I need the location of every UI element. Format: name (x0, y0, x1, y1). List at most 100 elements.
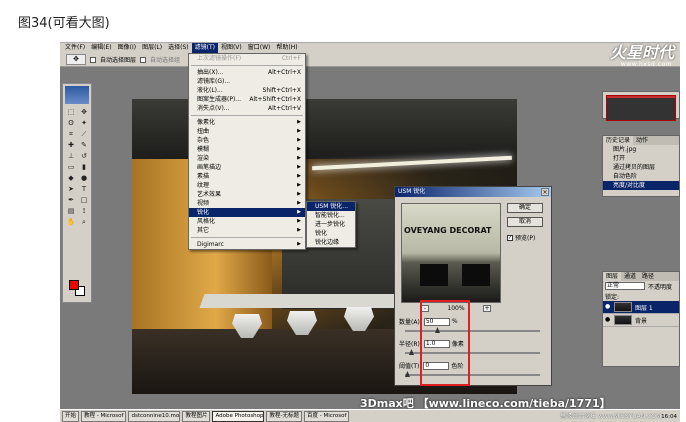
menu-item-extract[interactable]: 抽出(X)... Alt+Ctrl+X (189, 68, 305, 77)
menu-item-sharpen[interactable]: 锐化 ▶ (189, 208, 305, 217)
taskbar-item[interactable]: dstconnine10.mo (128, 411, 181, 422)
history-snapshot[interactable]: 图片.jpg (603, 145, 679, 154)
stamp-tool-icon[interactable]: ⊥ (65, 151, 77, 161)
zoom-tool-icon[interactable]: ⌕ (78, 217, 90, 227)
menu-item-brush-strokes[interactable]: 画笔描边 ▶ (189, 163, 305, 172)
menu-item-noise[interactable]: 杂色 ▶ (189, 136, 305, 145)
tab-channels[interactable]: 通道 (621, 272, 639, 281)
menu-layer[interactable]: 图层(L) (139, 43, 165, 53)
slice-tool-icon[interactable]: ⟋ (78, 129, 90, 139)
menu-item-distort[interactable]: 扭曲 ▶ (189, 127, 305, 136)
pen-tool-icon[interactable]: ✒ (65, 195, 77, 205)
layer-name: 图层 1 (635, 304, 653, 312)
start-button[interactable]: 开始 (62, 411, 80, 422)
layer-row[interactable]: ● 背景 (603, 314, 679, 327)
move-tool-icon[interactable]: ✥ (78, 107, 90, 117)
menu-edit[interactable]: 编辑(E) (88, 43, 114, 53)
threshold-label: 阈值(T): (399, 363, 422, 370)
auto-select-group-checkbox[interactable] (140, 56, 147, 63)
blur-tool-icon[interactable]: ◆ (65, 173, 77, 183)
healing-tool-icon[interactable]: ✚ (65, 140, 77, 150)
menu-item-filter-gallery[interactable]: 滤镜库(G)... (189, 77, 305, 86)
menu-item-other[interactable]: 其它 ▶ (189, 226, 305, 235)
menu-item-digimarc[interactable]: Digimarc ▶ (189, 240, 305, 249)
type-tool-icon[interactable]: T (78, 184, 90, 194)
lock-controls: 锁定: (603, 291, 679, 301)
taskbar-item[interactable]: 教程-无标题 (266, 411, 302, 422)
taskbar-item[interactable]: 教程图片 (182, 411, 211, 422)
history-item[interactable]: 亮度/对比度 (603, 181, 679, 190)
menu-window[interactable]: 窗口(W) (245, 43, 274, 53)
foreground-color-swatch[interactable] (69, 280, 79, 290)
menu-item-sharpen-edges[interactable]: 锐化边缘 (307, 238, 355, 247)
menu-item-vanishing-point[interactable]: 消失点(V)... Alt+Ctrl+V (189, 104, 305, 113)
cancel-button[interactable]: 取消 (507, 217, 543, 227)
preview-checkbox[interactable]: ✓ (507, 234, 513, 241)
menu-filter[interactable]: 滤镜(T) (191, 43, 218, 53)
menu-item-sketch[interactable]: 素描 ▶ (189, 172, 305, 181)
crop-tool-icon[interactable]: ⌗ (65, 129, 77, 139)
menu-item-blur[interactable]: 模糊 ▶ (189, 145, 305, 154)
menu-item-pixelate[interactable]: 像素化 ▶ (189, 118, 305, 127)
magic-wand-tool-icon[interactable]: ✦ (78, 118, 90, 128)
menu-item-liquify[interactable]: 液化(L)... Shift+Ctrl+X (189, 86, 305, 95)
eye-icon[interactable]: ● (605, 317, 611, 323)
taskbar-item[interactable]: 百度 - Microsof (303, 411, 350, 422)
gradient-tool-icon[interactable]: ▮ (78, 162, 90, 172)
marquee-tool-icon[interactable]: ⬚ (65, 107, 77, 117)
eye-icon[interactable]: ● (605, 304, 611, 310)
eyedropper-tool-icon[interactable]: ⟟ (78, 206, 90, 216)
tab-layers[interactable]: 图层 (603, 272, 622, 281)
menu-view[interactable]: 视图(V) (218, 43, 245, 53)
eraser-tool-icon[interactable]: ▭ (65, 162, 77, 172)
menu-item-stylize[interactable]: 风格化 ▶ (189, 217, 305, 226)
menu-item-smart-sharpen[interactable]: 智能锐化... (307, 211, 355, 220)
menu-item-artistic[interactable]: 艺术效果 ▶ (189, 190, 305, 199)
close-icon[interactable]: × (541, 188, 549, 196)
menu-item-pattern-maker[interactable]: 图案生成器(P)... Alt+Shift+Ctrl+X (189, 95, 305, 104)
history-item[interactable]: 通过拷贝的图层 (603, 163, 679, 172)
menu-item-video[interactable]: 视频 ▶ (189, 199, 305, 208)
preview-toggle[interactable]: ✓ 预览(P) (507, 233, 535, 242)
dialog-preview-image[interactable]: OVEYANG DECORAT (401, 203, 501, 303)
lasso-tool-icon[interactable]: ʘ (65, 118, 77, 128)
move-tool-preset-icon[interactable]: ✥ (66, 54, 86, 65)
tab-actions[interactable]: 动作 (633, 136, 651, 145)
layer-name: 背景 (635, 317, 648, 325)
taskbar-item[interactable]: 教程 - Microsof (81, 411, 127, 422)
tab-history[interactable]: 历史记录 (603, 136, 634, 145)
auto-select-checkbox[interactable] (90, 56, 96, 63)
history-brush-tool-icon[interactable]: ↺ (78, 151, 90, 161)
blend-mode-select[interactable]: 正常 (605, 282, 645, 290)
taskbar-item[interactable]: Adobe Photoshop (212, 411, 265, 422)
menu-file[interactable]: 文件(F) (62, 43, 88, 53)
site-watermark: 思缘设计论坛 www.MISSYUAN.COM (560, 413, 662, 420)
shape-tool-icon[interactable]: □ (78, 195, 90, 205)
notes-tool-icon[interactable]: ▤ (65, 206, 77, 216)
filter-menu: 上次滤镜操作(F) Ctrl+F 抽出(X)... Alt+Ctrl+X 滤镜库(G… (188, 53, 306, 250)
menu-image[interactable]: 图像(I) (115, 43, 139, 53)
menu-item-render[interactable]: 渲染 ▶ (189, 154, 305, 163)
menu-item-sharpen-more[interactable]: 进一步锐化 (307, 220, 355, 229)
hand-tool-icon[interactable]: ✋ (65, 217, 77, 227)
menu-item-unsharp-mask[interactable]: USM 锐化... (307, 202, 355, 211)
menu-item-sharpen-basic[interactable]: 锐化 (307, 229, 355, 238)
tab-paths[interactable]: 路径 (639, 272, 657, 281)
path-select-tool-icon[interactable]: ➤ (65, 184, 77, 194)
navigator-thumbnail[interactable] (606, 95, 676, 121)
ok-button[interactable]: 确定 (507, 203, 543, 213)
toolbox: ⬚ ✥ ʘ ✦ ⌗ ⟋ ✚ ✎ ⊥ ↺ ▭ ▮ ◆ ● ➤ T ✒ □ ▤ ⟟ … (62, 83, 92, 303)
menu-item-last-filter[interactable]: 上次滤镜操作(F) Ctrl+F (189, 54, 305, 63)
zoom-in-button[interactable]: + (483, 305, 491, 312)
menu-item-texture[interactable]: 纹理 ▶ (189, 181, 305, 190)
menu-select[interactable]: 选择(S) (165, 43, 192, 53)
brush-tool-icon[interactable]: ✎ (78, 140, 90, 150)
dialog-title: USM 锐化 × (395, 187, 551, 197)
history-item[interactable]: 自动色阶 (603, 172, 679, 181)
radius-slider-thumb[interactable] (409, 349, 414, 355)
menu-help[interactable]: 帮助(H) (273, 43, 300, 53)
dodge-tool-icon[interactable]: ● (78, 173, 90, 183)
threshold-slider-thumb[interactable] (405, 371, 410, 377)
history-item[interactable]: 打开 (603, 154, 679, 163)
layer-row[interactable]: ● 图层 1 (603, 301, 679, 314)
